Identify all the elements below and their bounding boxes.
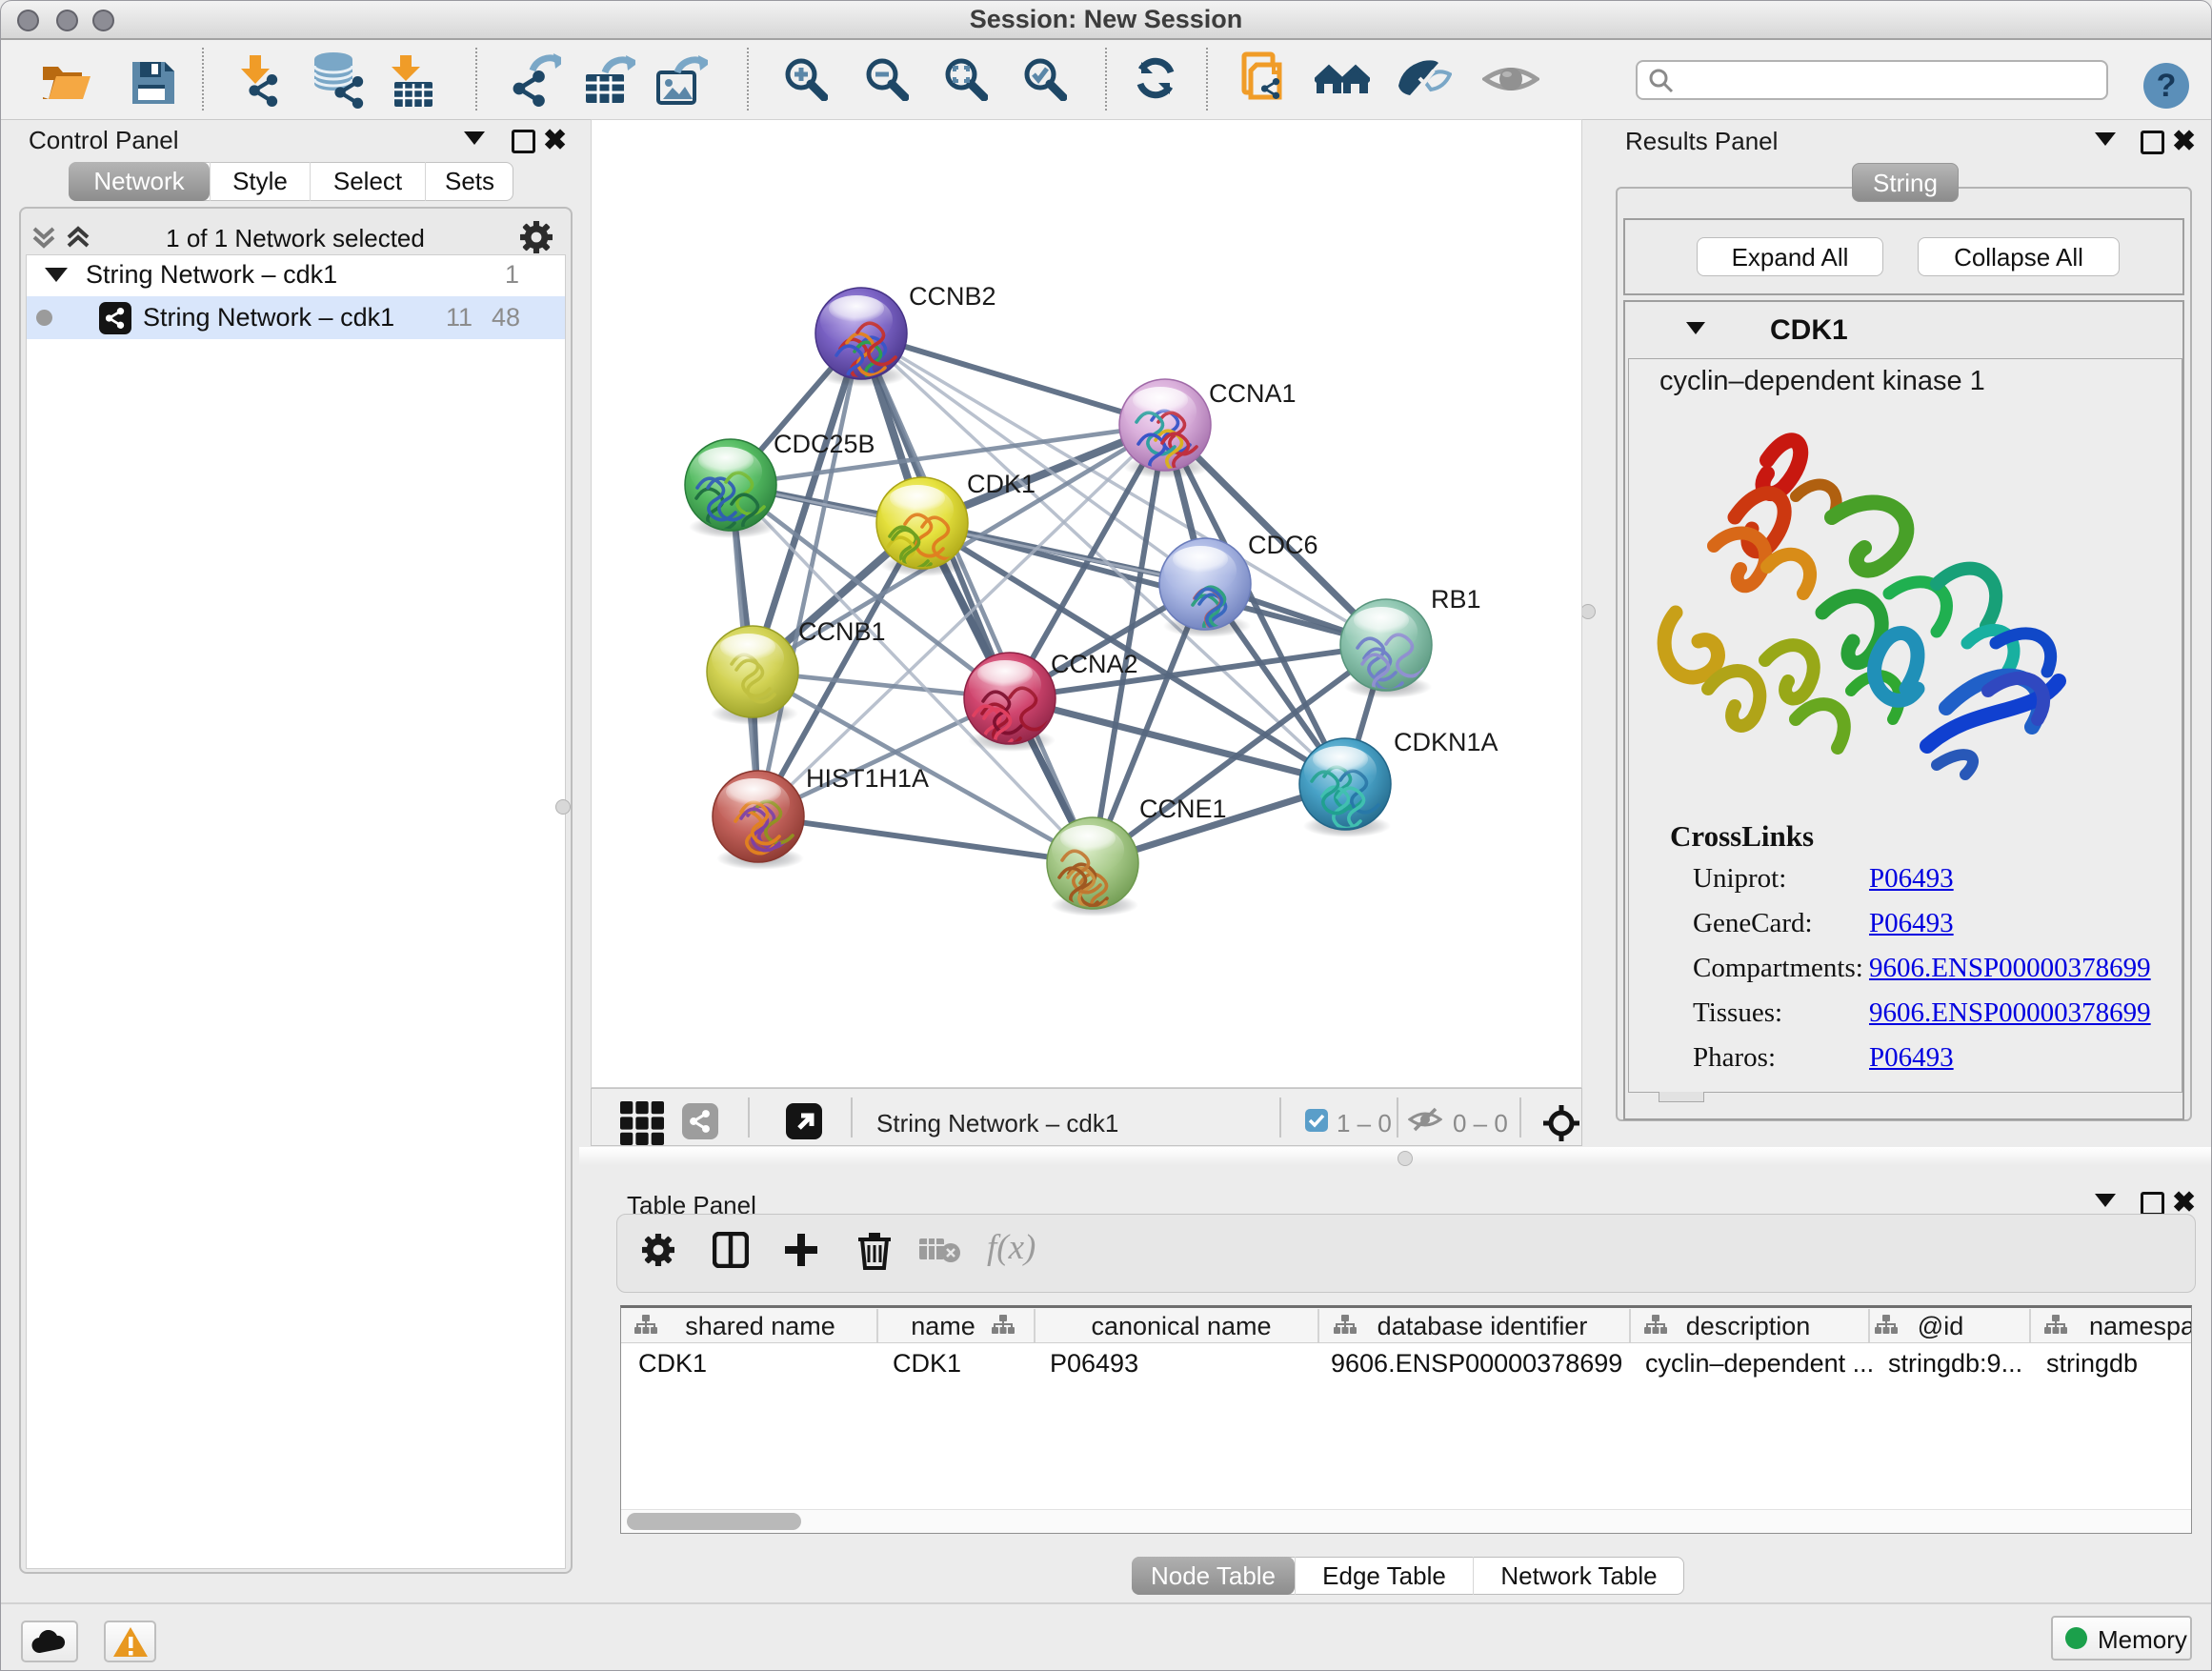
- svg-text:CDC6: CDC6: [1248, 531, 1318, 559]
- svg-text:CCNE1: CCNE1: [1139, 795, 1227, 823]
- svg-text:CDKN1A: CDKN1A: [1394, 728, 1498, 756]
- svg-text:CCNA2: CCNA2: [1051, 650, 1138, 678]
- svg-text:CCNB2: CCNB2: [909, 282, 996, 311]
- svg-text:RB1: RB1: [1431, 585, 1481, 614]
- svg-text:CDK1: CDK1: [967, 470, 1036, 498]
- svg-text:CCNA1: CCNA1: [1209, 379, 1297, 408]
- svg-text:CDC25B: CDC25B: [774, 430, 875, 458]
- svg-text:CCNB1: CCNB1: [798, 617, 886, 646]
- svg-text:HIST1H1A: HIST1H1A: [806, 764, 929, 793]
